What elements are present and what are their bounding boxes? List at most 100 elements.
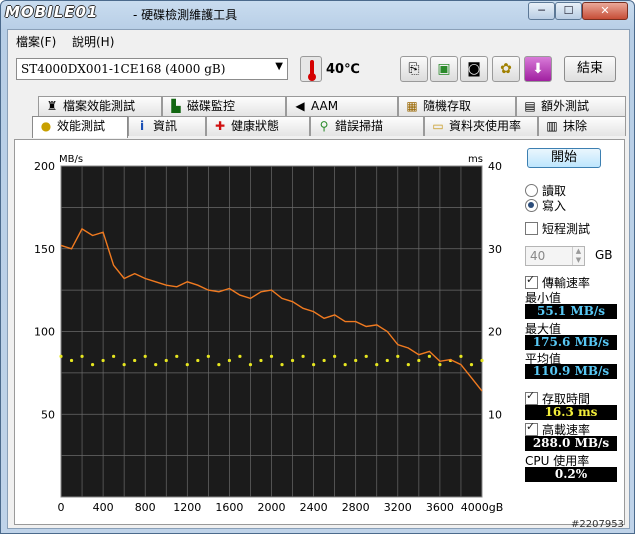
client-area: 檔案(F) 說明(H) ST4000DX001-1CE168 (4000 gB)… [7,29,630,529]
access-time-point [290,358,295,363]
access-time-point [301,354,305,358]
tab-random-access[interactable]: ▦ 隨機存取 [398,96,516,116]
access-time-point [427,354,431,358]
access-time-point [154,363,158,367]
chevron-down-icon: ▼ [275,61,283,72]
tab-label: 抹除 [563,119,588,133]
tab-label: 效能測試 [57,119,106,133]
access-time-value: 16.3 ms [525,405,617,420]
access-time-point [322,358,326,363]
access-time-point [364,354,368,358]
info-icon: i [139,119,145,133]
start-button[interactable]: 開始 [527,148,601,168]
toolbar: ST4000DX001-1CE168 (4000 gB) ▼ 40℃ ⎘ ▣ ◙… [8,52,629,88]
tab-label: 資料夾使用率 [449,119,522,133]
y-left-unit: MB/s [59,154,83,165]
random-access-icon: ▦ [406,99,418,113]
folder-usage-icon: ▭ [432,119,444,133]
x-tick-label: 400 [93,501,114,514]
access-time-point [280,363,284,367]
benchmark-chart: MB/s ms20015010050403020100 400 800 1200 1600… [34,154,503,514]
short-test-checkbox[interactable]: 短程測試 [525,220,590,237]
menu-file[interactable]: 檔案(F) [16,33,56,50]
tab-label: AAM [311,99,339,113]
benchmark-controls: 開始 讀取 寫入 短程測試 40▲▼ GB 傳輸速率 最小值 55.1 MB/s… [517,140,625,524]
access-time-point [259,358,263,363]
minimize-button[interactable]: ─ [528,2,555,20]
drive-select-value: ST4000DX001-1CE168 (4000 gB) [21,62,226,76]
x-tick-label: 2800 [342,501,370,514]
access-time-point [80,354,84,358]
short-test-size-value: 40 [530,249,546,263]
x-tick-label: 1200 [173,501,201,514]
access-time-point [59,354,63,358]
mobile01-logo: MOBILE01 [5,3,99,21]
access-time-point [238,354,242,358]
access-time-point [90,363,95,367]
copy-text-button[interactable]: ⎘ [400,56,428,82]
options-button[interactable]: ✿ [492,56,520,82]
tab-error-scan[interactable]: ⚲ 錯誤掃描 [310,116,424,136]
avg-value: 110.9 MB/s [525,364,617,379]
watermark: #2207953 [571,519,624,530]
access-time-point [312,363,316,367]
file-benchmark-icon: ♜ [46,99,58,113]
copy-image-button[interactable]: ▣ [430,56,458,82]
access-time-point [333,354,337,358]
thermometer-icon [300,56,322,82]
tab-erase[interactable]: ▥ 抹除 [538,116,626,136]
y-left-tick-label: 150 [34,243,55,256]
title-bar[interactable]: MOBILE01 - 硬碟檢測維護工具 ─ ☐ ✕ [1,1,634,27]
tab-extra-tests[interactable]: ▤ 額外測試 [516,96,626,116]
access-time-point [396,354,400,358]
access-time-point [133,358,137,363]
screenshot-button[interactable]: ◙ [460,56,488,82]
y-right-tick-label: 20 [488,326,502,339]
tab-aam[interactable]: ◀ AAM [286,96,398,116]
tab-label: 資訊 [153,119,178,133]
tab-info[interactable]: i 資訊 [128,116,206,136]
tab-folder-usage[interactable]: ▭ 資料夾使用率 [424,116,538,136]
access-time-point [459,354,463,358]
access-time-point [417,358,421,363]
health-cross-icon: ✚ [214,119,226,133]
benchmark-bulb-icon: ● [40,119,52,133]
access-time-point [354,358,358,363]
tab-health[interactable]: ✚ 健康狀態 [206,116,310,136]
stepper-arrows-icon[interactable]: ▲ ▼ [572,247,584,265]
screenshot-camera-icon: ◙ [467,61,481,77]
access-time-point [375,363,379,367]
y-left-tick-label: 50 [41,408,55,421]
tab-benchmark[interactable]: ● 效能測試 [32,116,128,138]
access-time-point [480,358,484,363]
access-time-point [101,358,105,363]
disk-monitor-icon: ▙ [171,99,181,113]
access-time-point [175,354,179,358]
tab-label: 健康狀態 [231,119,280,133]
access-time-point [469,363,474,367]
write-radio[interactable]: 寫入 [525,197,566,214]
y-left-tick-label: 100 [34,326,55,339]
tab-file-benchmark[interactable]: ♜ 檔案效能測試 [38,96,162,116]
drive-select[interactable]: ST4000DX001-1CE168 (4000 gB) ▼ [16,58,288,80]
save-button[interactable]: ⬇ [524,56,552,82]
options-icon: ✿ [500,61,512,77]
menu-help[interactable]: 說明(H) [72,33,114,50]
y-left-tick-label: 200 [34,160,55,173]
exit-button[interactable]: 結束 [564,56,616,82]
tab-disk-monitor[interactable]: ▙ 磁碟監控 [162,96,286,116]
burst-rate-value: 288.0 MB/s [525,436,617,451]
temperature-readout: 40℃ [326,62,360,77]
save-download-icon: ⬇ [532,61,544,77]
tabs-top-row: ♜ 檔案效能測試 ▙ 磁碟監控 ◀ AAM ▦ 隨機存取 ▤ 額外測試 [8,96,629,116]
erase-trash-icon: ▥ [546,119,558,133]
tab-label: 錯誤掃描 [335,119,384,133]
maximize-button[interactable]: ☐ [555,2,582,20]
copy-image-icon: ▣ [437,61,451,77]
y-right-tick-label: 30 [488,243,502,256]
short-test-size-stepper[interactable]: 40 ▲ ▼ [525,246,585,266]
x-tick-label: 0 [58,501,65,514]
close-button[interactable]: ✕ [582,2,628,20]
benchmark-panel: MB/s ms 200 150 100 50 40 30 20 10 0 400 800 1200 1600… [14,139,625,525]
size-unit-label: GB [595,248,613,262]
